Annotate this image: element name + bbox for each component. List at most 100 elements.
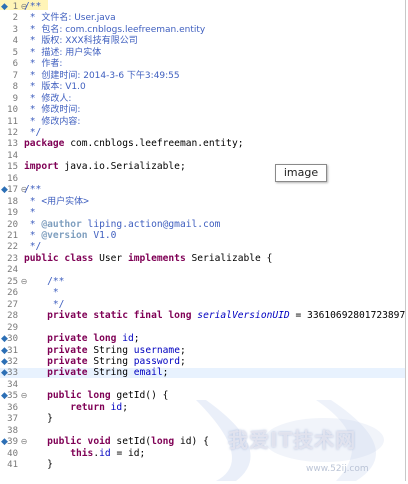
code-line[interactable]: 20 * @author liping.action@gmail.com	[0, 219, 405, 230]
code-line[interactable]: 2 * 文件名: User.java	[0, 13, 405, 24]
code-line[interactable]: 5 * 描述: 用户实体	[0, 47, 405, 58]
code-line[interactable]: 28 private static final long serialVersi…	[0, 311, 405, 322]
code-line[interactable]: 34	[0, 380, 405, 390]
code-line[interactable]: 9 * 修改人:	[0, 93, 405, 104]
code-line[interactable]: ◆ 32 private String password;	[0, 356, 405, 367]
code-text[interactable]: * @author liping.action@gmail.com	[24, 219, 221, 230]
code-text[interactable]: * 版本: V1.0	[24, 81, 86, 93]
code-text[interactable]: *	[24, 208, 36, 218]
code-text[interactable]: * <用户实体>	[24, 195, 89, 207]
code-text[interactable]: private String username;	[24, 345, 186, 356]
code-line[interactable]: 14	[0, 151, 405, 161]
code-token: java.io.Serializable;	[58, 161, 186, 173]
code-line[interactable]: 16	[0, 174, 405, 184]
code-text[interactable]: this.id = id;	[24, 448, 145, 459]
code-line[interactable]: 10 * 修改时间:	[0, 105, 405, 116]
code-line[interactable]: 24	[0, 265, 405, 275]
code-line[interactable]: 22 */	[0, 242, 405, 253]
code-text[interactable]: */	[24, 242, 42, 252]
code-token: 描述: 用户实体	[41, 47, 102, 58]
code-token: id	[110, 401, 123, 413]
code-line[interactable]: 3 * 包名: com.cnblogs.leefreeman.entity	[0, 23, 405, 35]
code-text[interactable]: * 修改人:	[24, 93, 72, 104]
code-token: /**	[24, 1, 42, 12]
code-line[interactable]: 23 public class User implements Serializa…	[0, 252, 405, 264]
code-token: >	[83, 195, 89, 207]
code-line[interactable]: ◆ 31 private String username;	[0, 345, 405, 356]
code-token: public class	[24, 252, 94, 264]
code-text[interactable]: */	[24, 127, 42, 138]
code-text[interactable]: private String password;	[24, 356, 186, 367]
code-text[interactable]: import java.io.Serializable;	[24, 162, 186, 172]
code-token: }	[24, 413, 53, 425]
code-text[interactable]: * 文件名: User.java	[24, 13, 116, 24]
code-token: *	[24, 23, 42, 35]
code-line[interactable]: ◆ 30 private long id;	[0, 333, 405, 345]
code-line[interactable]: 11 * 修改内容:	[0, 116, 405, 127]
code-line[interactable]: 37 }	[0, 414, 405, 425]
code-line[interactable]: 19 *	[0, 208, 405, 219]
code-text[interactable]: * 版权: XXX科技有限公司	[24, 36, 138, 47]
code-token: *	[24, 81, 42, 93]
code-text[interactable]: private String email;	[24, 368, 168, 378]
code-text[interactable]: * 包名: com.cnblogs.leefreeman.entity	[24, 23, 205, 35]
code-text[interactable]: * 创建时间: 2014-3-6 下午3:49:55	[24, 70, 180, 81]
code-text[interactable]: private static final long serialVersionU…	[24, 311, 405, 321]
code-text[interactable]: * 修改内容:	[24, 116, 81, 127]
code-token: String	[87, 367, 134, 379]
code-line[interactable]: ◆ 35 ⊖ public long getId() {	[0, 391, 405, 402]
code-token: V1.0	[87, 230, 117, 241]
code-line[interactable]: 36 return id;	[0, 401, 405, 413]
code-token: id) {	[174, 436, 209, 448]
code-token: 创建时间: 2014-3-6 下午3:49:55	[41, 70, 180, 81]
line-number: 33	[7, 368, 18, 379]
code-text[interactable]: * 描述: 用户实体	[24, 47, 102, 58]
code-text[interactable]: public class User implements Serializabl…	[24, 252, 272, 264]
code-editor[interactable]: ◆ 1 ⊖/** 2 * 文件名: User.java 3 * 包名: com.cnbl…	[0, 0, 406, 481]
code-line[interactable]: ◆ 17 ⊖/**	[0, 185, 405, 196]
code-text[interactable]: public long getId() {	[24, 391, 168, 401]
code-line[interactable]: 15 import java.io.Serializable;	[0, 162, 405, 173]
code-text[interactable]: /**	[24, 276, 64, 287]
code-text[interactable]: * @version V1.0	[24, 230, 117, 241]
code-line[interactable]: 18 * <用户实体>	[0, 195, 405, 207]
code-text[interactable]: /**	[24, 2, 41, 12]
line-number: 30	[7, 334, 18, 345]
code-line[interactable]: 26 *	[0, 288, 405, 299]
code-text[interactable]: return id;	[24, 401, 128, 413]
code-line[interactable]: 25 ⊖ /**	[0, 276, 405, 287]
code-line[interactable]: 4 * 版权: XXX科技有限公司	[0, 36, 405, 47]
code-line[interactable]: 8 * 版本: V1.0	[0, 81, 405, 93]
code-token: package	[24, 138, 65, 150]
code-line[interactable]: 7 * 创建时间: 2014-3-6 下午3:49:55	[0, 70, 405, 81]
code-text[interactable]: }	[24, 414, 53, 424]
line-number: 4	[12, 36, 18, 47]
code-line[interactable]: 13 package com.cnblogs.leefreeman.entity;	[0, 139, 405, 150]
line-number: 24	[7, 265, 18, 276]
code-text[interactable]: }	[24, 460, 53, 470]
code-text[interactable]: /**	[24, 185, 41, 195]
code-token: 修改时间:	[41, 105, 81, 116]
code-line[interactable]: ◆ 33 private String email;	[0, 368, 405, 379]
line-number: 34	[7, 379, 18, 390]
code-text[interactable]: */	[24, 299, 65, 310]
code-line[interactable]: 27 */	[0, 299, 405, 310]
code-text[interactable]: * 作者:	[24, 59, 63, 70]
code-text[interactable]: package com.cnblogs.leefreeman.entity;	[24, 139, 244, 149]
code-text[interactable]: public void setId(long id) {	[24, 437, 209, 447]
code-text[interactable]: *	[24, 288, 59, 298]
code-line[interactable]: ◆ 1 ⊖/**	[0, 2, 405, 13]
code-line[interactable]: 29	[0, 323, 405, 333]
line-number: 12	[7, 127, 18, 138]
image-tooltip: image	[275, 164, 327, 182]
code-line[interactable]: 21 * @version V1.0	[0, 230, 405, 242]
code-line[interactable]: 12 */	[0, 127, 405, 138]
code-text[interactable]: * 修改时间:	[24, 105, 81, 116]
line-number: 10	[7, 105, 18, 116]
code-line[interactable]: 6 * 作者:	[0, 59, 405, 70]
code-text[interactable]: private long id;	[24, 333, 139, 344]
